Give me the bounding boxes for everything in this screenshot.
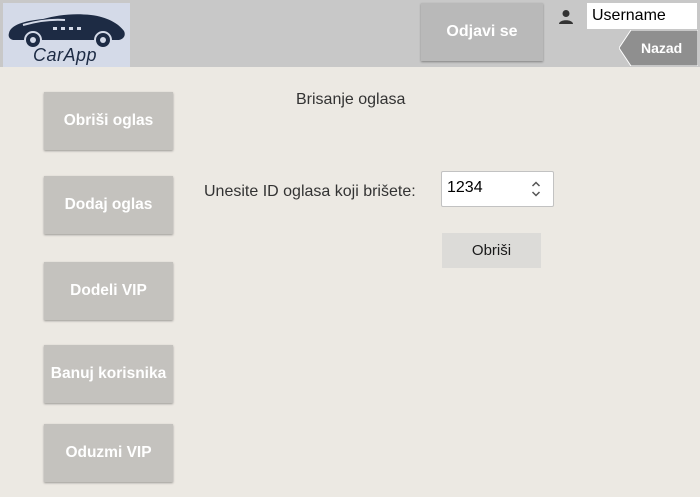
sidebar-item-add-ad[interactable]: Dodaj oglas (44, 176, 173, 234)
back-button[interactable]: Nazad (619, 30, 698, 66)
logout-button[interactable]: Odjavi se (421, 3, 543, 61)
page-title: Brisanje oglasa (296, 91, 406, 108)
delete-button[interactable]: Obriši (442, 233, 541, 268)
user-icon (559, 10, 573, 24)
logo-text: CarApp (33, 45, 98, 65)
sidebar-item-ban-user[interactable]: Banuj korisnika (44, 345, 173, 403)
spinner-icon[interactable] (531, 179, 541, 199)
car-logo[interactable]: CarApp (3, 3, 130, 67)
sidebar-item-revoke-vip[interactable]: Oduzmi VIP (44, 424, 173, 482)
ad-id-value: 1234 (447, 179, 483, 196)
sidebar-item-grant-vip[interactable]: Dodeli VIP (44, 262, 173, 320)
back-label: Nazad (641, 40, 683, 56)
id-field-label: Unesite ID oglasa koji brišete: (204, 183, 416, 200)
header: CarApp Odjavi se Username Nazad (0, 0, 700, 67)
username-field[interactable]: Username (587, 3, 697, 29)
sidebar-item-delete-ad[interactable]: Obriši oglas (44, 92, 173, 150)
ad-id-input[interactable]: 1234 (441, 171, 554, 207)
